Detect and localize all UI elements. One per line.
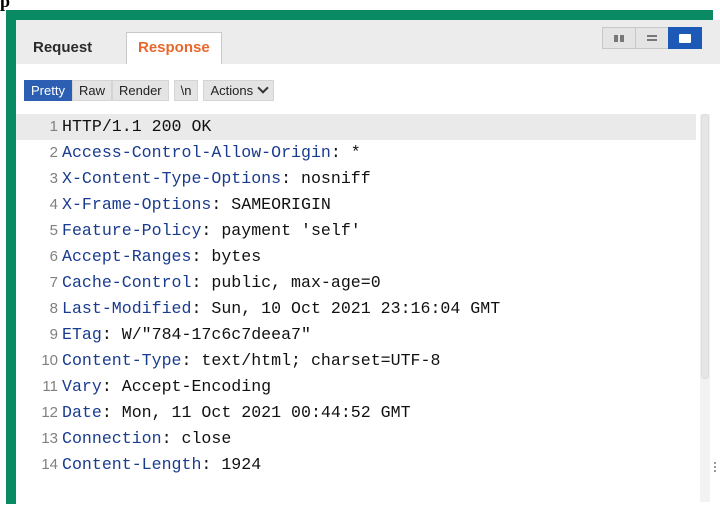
line-text: X-Content-Type-Options: nosniff — [62, 166, 371, 192]
line-text: Cache-Control: public, max-age=0 — [62, 270, 381, 296]
line-number: 7 — [49, 274, 58, 291]
newline-toggle-button[interactable]: \n — [173, 79, 199, 101]
header-name: Cache-Control — [62, 273, 192, 292]
header-name: Content-Length — [62, 455, 202, 474]
header-name: Accept-Ranges — [62, 247, 192, 266]
chevron-down-icon — [257, 82, 269, 94]
layout-toggle — [602, 27, 702, 49]
code-line[interactable]: 2 Access-Control-Allow-Origin: * — [16, 140, 696, 166]
header-value: : Sun, 10 Oct 2021 23:16:04 GMT — [191, 299, 501, 318]
code-line[interactable]: 7 Cache-Control: public, max-age=0 — [16, 270, 696, 296]
line-text: Content-Length: 1924 — [62, 452, 261, 478]
header-value: : bytes — [191, 247, 262, 266]
vertical-scrollbar[interactable] — [700, 114, 710, 502]
response-panel: Request Response Pretty Raw Render \n Ac… — [16, 20, 720, 504]
line-number: 5 — [49, 222, 58, 239]
line-text: Accept-Ranges: bytes — [62, 244, 261, 270]
line-number: 14 — [41, 456, 58, 473]
code-line[interactable]: 6 Accept-Ranges: bytes — [16, 244, 696, 270]
stacked-button[interactable] — [635, 27, 669, 49]
line-number: 3 — [49, 170, 58, 187]
header-value: : Mon, 11 Oct 2021 00:44:52 GMT — [101, 403, 411, 422]
raw-button[interactable]: Raw — [71, 79, 112, 101]
single-pane-icon — [679, 33, 691, 43]
pretty-button[interactable]: Pretty — [24, 79, 72, 101]
line-number: 1 — [49, 118, 58, 135]
line-text: ETag: W/"784-17c6c7deea7" — [62, 322, 311, 348]
line-number: 8 — [49, 300, 58, 317]
code-line[interactable]: 10 Content-Type: text/html; charset=UTF-8 — [16, 348, 696, 374]
stacked-icon — [647, 35, 657, 41]
code-line[interactable]: 5 Feature-Policy: payment 'self' — [16, 218, 696, 244]
code-line[interactable]: 11 Vary: Accept-Encoding — [16, 374, 696, 400]
response-content: Pretty Raw Render \n Actions 14 Content-L… — [16, 64, 720, 504]
code-line[interactable]: 4 X-Frame-Options: SAMEORIGIN — [16, 192, 696, 218]
code-line[interactable]: 8 Last-Modified: Sun, 10 Oct 2021 23:16:0… — [16, 296, 696, 322]
line-number: 12 — [41, 404, 58, 421]
header-value: : payment 'self' — [201, 221, 361, 240]
scrollbar-thumb[interactable] — [701, 114, 709, 379]
code-line[interactable]: 13 Connection: close — [16, 426, 696, 452]
tab-bar: Request Response — [16, 20, 720, 65]
line-number: 13 — [41, 430, 58, 447]
response-editor[interactable]: 14 Content-Length: 1924 13 Connection: clos… — [16, 114, 720, 504]
resize-grip-icon[interactable] — [710, 462, 720, 482]
line-number: 10 — [41, 352, 58, 369]
header-name: Content-Type — [62, 351, 182, 370]
line-text: Content-Type: text/html; charset=UTF-8 — [62, 348, 440, 374]
header-value: : SAMEORIGIN — [211, 195, 331, 214]
header-value: : Accept-Encoding — [101, 377, 272, 396]
header-value: : W/"784-17c6c7deea7" — [101, 325, 311, 344]
side-by-side-icon — [614, 34, 624, 42]
header-value: : close — [161, 429, 232, 448]
line-number: 4 — [49, 196, 58, 213]
header-value: : 1924 — [201, 455, 262, 474]
line-text: Access-Control-Allow-Origin: * — [62, 140, 361, 166]
line-text: Connection: close — [62, 426, 231, 452]
side-by-side-button[interactable] — [602, 27, 636, 49]
header-name: X-Frame-Options — [62, 195, 212, 214]
line-text: Feature-Policy: payment 'self' — [62, 218, 361, 244]
header-value: : public, max-age=0 — [191, 273, 381, 292]
header-name: Feature-Policy — [62, 221, 202, 240]
header-value: : text/html; charset=UTF-8 — [181, 351, 441, 370]
header-name: Vary — [62, 377, 102, 396]
line-number: 9 — [49, 326, 58, 343]
tab-response[interactable]: Response — [126, 32, 222, 65]
code-line[interactable]: 3 X-Content-Type-Options: nosniff — [16, 166, 696, 192]
code-line[interactable]: 1 HTTP/1.1 200 OK — [16, 114, 696, 140]
header-value: : nosniff — [281, 169, 371, 188]
line-text: Date: Mon, 11 Oct 2021 00:44:52 GMT — [62, 400, 411, 426]
line-number: 6 — [49, 248, 58, 265]
header-name: Date — [62, 403, 102, 422]
header-name: Connection — [62, 429, 162, 448]
header-name: Access-Control-Allow-Origin — [62, 143, 331, 162]
line-text: X-Frame-Options: SAMEORIGIN — [62, 192, 331, 218]
line-text: Vary: Accept-Encoding — [62, 374, 271, 400]
actions-dropdown[interactable]: Actions — [203, 79, 275, 101]
header-name: X-Content-Type-Options — [62, 169, 282, 188]
tab-request[interactable]: Request — [22, 33, 103, 63]
code-line[interactable]: 9 ETag: W/"784-17c6c7deea7" — [16, 322, 696, 348]
single-pane-button[interactable] — [668, 27, 702, 49]
header-name: ETag — [62, 325, 102, 344]
code-line[interactable]: 14 Content-Length: 1924 — [16, 452, 696, 478]
line-number: 2 — [49, 144, 58, 161]
header-name: Last-Modified — [62, 299, 192, 318]
view-toolbar: Pretty Raw Render \n Actions — [24, 78, 275, 102]
header-value: : * — [330, 143, 361, 162]
line-text: HTTP/1.1 200 OK — [62, 114, 211, 140]
actions-label: Actions — [210, 82, 254, 98]
line-text: Last-Modified: Sun, 10 Oct 2021 23:16:04… — [62, 296, 500, 322]
render-button[interactable]: Render — [111, 79, 169, 101]
code-line[interactable]: 12 Date: Mon, 11 Oct 2021 00:44:52 GMT — [16, 400, 696, 426]
header-name: HTTP/1.1 200 OK — [62, 117, 212, 136]
line-number: 11 — [42, 378, 58, 395]
